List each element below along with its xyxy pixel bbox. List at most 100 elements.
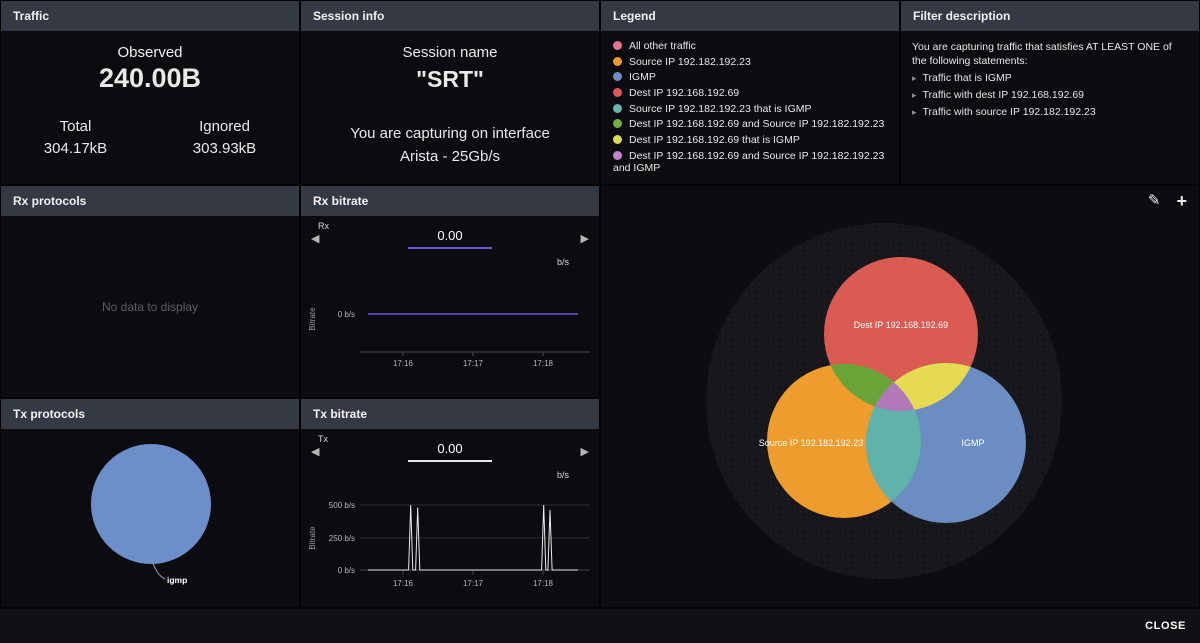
venn-label-source-ip: Source IP 192.182.192.23: [759, 438, 863, 448]
capture-interface-name: Arista - 25Gb/s: [301, 148, 599, 165]
filter-statement-text: Traffic with source IP 192.182.192.23: [923, 106, 1096, 118]
pie-slice-label: igmp: [167, 575, 187, 585]
tx-protocols-pie-chart: igmp: [1, 429, 298, 607]
legend-item: IGMP: [613, 71, 887, 84]
tx-protocols-body: igmp: [1, 429, 299, 607]
y-axis-label: Bitrate: [308, 526, 317, 550]
rx-protocols-body: No data to display: [1, 216, 299, 397]
y-tick-label: 500 b/s: [329, 501, 355, 510]
edit-filter-icon[interactable]: ✎: [1148, 192, 1161, 210]
legend-item: Source IP 192.182.192.23: [613, 56, 887, 69]
y-tick-label: 0 b/s: [338, 566, 355, 575]
add-filter-icon[interactable]: +: [1176, 192, 1187, 210]
next-arrow-icon[interactable]: ▶: [581, 445, 589, 458]
tx-current-bitrate: 0.00: [408, 441, 492, 462]
pie-slice-igmp[interactable]: [91, 444, 211, 564]
traffic-body: Observed 240.00B Total 304.17kB Ignored …: [1, 31, 299, 157]
panel-title: Filter description: [913, 9, 1010, 23]
filter-statement: ▸ Traffic that is IGMP: [912, 72, 1188, 85]
rx-protocols-panel-header: Rx protocols: [1, 186, 299, 216]
legend-item: All other traffic: [613, 40, 887, 53]
legend-color-dot: [613, 119, 622, 128]
x-tick-label: 17:18: [533, 359, 554, 368]
venn-label-dest-ip: Dest IP 192.168.192.69: [854, 320, 948, 330]
session-info-panel: Session info Session name "SRT" You are …: [300, 0, 600, 185]
legend-items: All other traffic Source IP 192.182.192.2…: [601, 31, 899, 187]
ignored-value: 303.93kB: [150, 140, 299, 157]
total-value: 304.17kB: [1, 140, 150, 157]
session-name-label: Session name: [301, 44, 599, 61]
rx-bitrate-unit: b/s: [557, 257, 569, 267]
legend-item-label: Source IP 192.182.192.23: [629, 56, 751, 68]
x-tick-label: 17:16: [393, 359, 414, 368]
filter-intro-text: You are capturing traffic that satisfies…: [912, 40, 1188, 68]
legend-item-label: Dest IP 192.168.192.69 that is IGMP: [629, 134, 800, 146]
prev-arrow-icon[interactable]: ◀: [311, 232, 319, 245]
y-tick-label: 250 b/s: [329, 534, 355, 543]
tx-bitrate-value: 0.00: [408, 441, 492, 456]
traffic-totals-row: Total 304.17kB Ignored 303.93kB: [1, 118, 299, 157]
tx-protocols-panel: Tx protocols igmp: [0, 398, 300, 608]
legend-item-label: IGMP: [629, 71, 656, 83]
tx-protocols-panel-header: Tx protocols: [1, 399, 299, 429]
legend-item-label: Dest IP 192.168.192.69 and Source IP 192…: [629, 118, 884, 130]
ignored-label: Ignored: [150, 118, 299, 135]
filter-body: You are capturing traffic that satisfies…: [901, 31, 1199, 128]
legend-color-dot: [613, 104, 622, 113]
legend-color-dot: [613, 72, 622, 81]
panel-title: Tx protocols: [13, 407, 85, 421]
total-column: Total 304.17kB: [1, 118, 150, 157]
panel-title: Traffic: [13, 9, 49, 23]
session-name-value: "SRT": [301, 66, 599, 93]
tx-direction-label: Tx: [318, 434, 328, 444]
next-arrow-icon[interactable]: ▶: [581, 232, 589, 245]
capture-interface-text: You are capturing on interface: [301, 125, 599, 142]
venn-toolbar: ✎ +: [1148, 192, 1187, 210]
filter-description-panel-header: Filter description: [901, 1, 1199, 31]
rx-protocols-panel: Rx protocols No data to display: [0, 185, 300, 398]
y-axis-label: Bitrate: [308, 307, 317, 331]
legend-item-label: All other traffic: [629, 40, 696, 52]
ignored-column: Ignored 303.93kB: [150, 118, 299, 157]
rx-bitrate-chart: Bitrate 0 b/s 17:16 17:17 17:18: [305, 274, 597, 394]
traffic-panel: Traffic Observed 240.00B Total 304.17kB …: [0, 0, 300, 185]
x-tick-label: 17:17: [463, 359, 484, 368]
session-info-panel-header: Session info: [301, 1, 599, 31]
traffic-panel-header: Traffic: [1, 1, 299, 31]
disclosure-triangle-icon: ▸: [912, 106, 917, 119]
x-tick-label: 17:16: [393, 579, 414, 588]
rx-bitrate-body: Rx ◀ ▶ 0.00 b/s Bitrate 0 b/s 17:16 17:1…: [301, 216, 599, 397]
filter-statement: ▸ Traffic with source IP 192.182.192.23: [912, 106, 1188, 119]
legend-item-label: Dest IP 192.168.192.69: [629, 87, 739, 99]
y-tick-label: 0 b/s: [338, 310, 355, 319]
panel-title: Tx bitrate: [313, 407, 367, 421]
observed-value: 240.00B: [1, 63, 299, 94]
no-data-message: No data to display: [102, 300, 198, 314]
close-button[interactable]: CLOSE: [1145, 620, 1186, 632]
legend-item: Source IP 192.182.192.23 that is IGMP: [613, 103, 887, 116]
rx-bitrate-panel: Rx bitrate Rx ◀ ▶ 0.00 b/s Bitrate 0 b/s…: [300, 185, 600, 398]
venn-diagram: Dest IP 192.168.192.69 Source IP 192.182…: [601, 186, 1200, 607]
disclosure-triangle-icon: ▸: [912, 72, 917, 85]
rx-direction-label: Rx: [318, 221, 329, 231]
x-tick-label: 17:18: [533, 579, 554, 588]
filter-statement: ▸Traffic with dest IP 192.168.192.69: [912, 89, 1188, 102]
capture-filter-venn-panel: ✎ + Dest IP 192.168.192.69 Source IP 192…: [600, 185, 1200, 608]
prev-arrow-icon[interactable]: ◀: [311, 445, 319, 458]
tx-bitrate-chart: Bitrate 500 b/s 250 b/s 0 b/s 17:16 17:1…: [305, 493, 597, 613]
legend-item-label: Source IP 192.182.192.23 that is IGMP: [629, 103, 812, 115]
legend-item: Dest IP 192.168.192.69: [613, 87, 887, 100]
filter-statement-text: Traffic with dest IP 192.168.192.69: [923, 89, 1085, 101]
x-tick-label: 17:17: [463, 579, 484, 588]
tx-bitrate-panel-header: Tx bitrate: [301, 399, 599, 429]
filter-statement-text: Traffic that is IGMP: [923, 72, 1012, 84]
legend-panel-header: Legend: [601, 1, 899, 31]
bottom-bar: CLOSE: [0, 608, 1200, 643]
legend-item-label: Dest IP 192.168.192.69 and Source IP 192…: [613, 150, 884, 175]
rx-bitrate-underline: [408, 247, 492, 249]
legend-color-dot: [613, 151, 622, 160]
tx-bitrate-body: Tx ◀ ▶ 0.00 b/s Bitrate 500 b/s 250 b/s …: [301, 429, 599, 610]
legend-color-dot: [613, 41, 622, 50]
filter-description-panel: Filter description You are capturing tra…: [900, 0, 1200, 185]
filter-statements: ▸Traffic that is IGMP▸Traffic with dest …: [912, 72, 1188, 119]
